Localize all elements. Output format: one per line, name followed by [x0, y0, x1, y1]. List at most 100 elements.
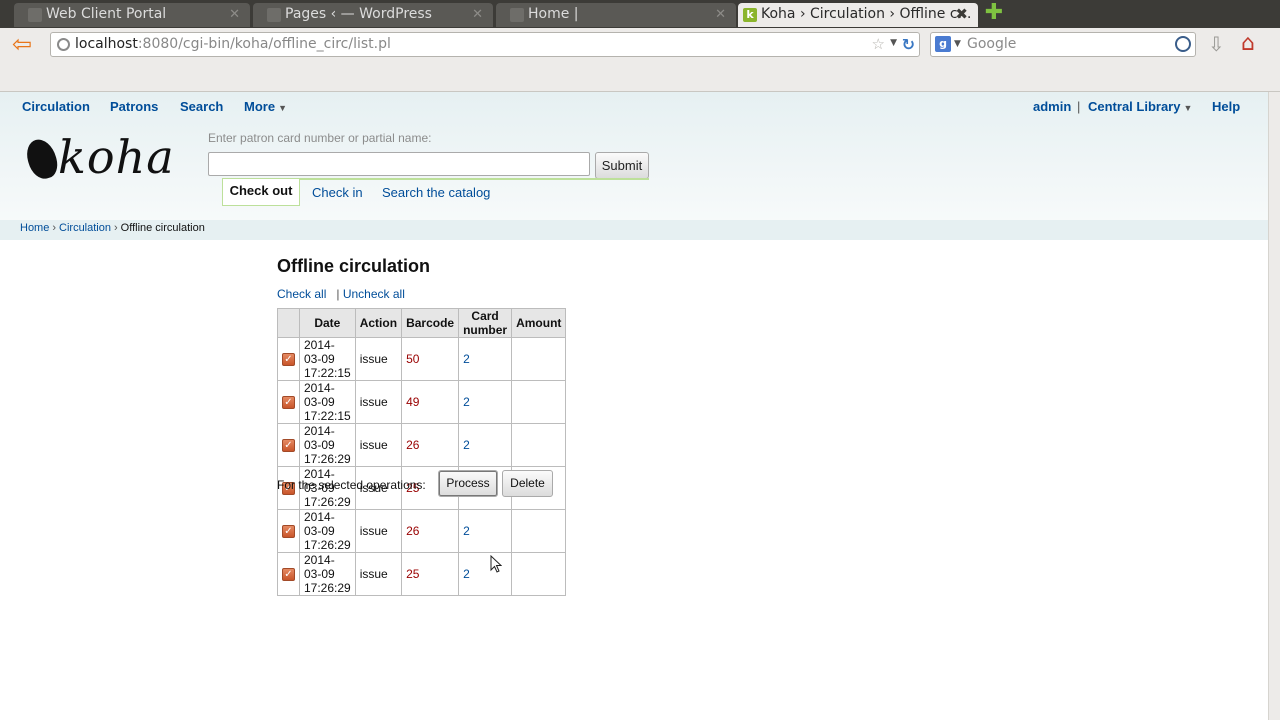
row-checkbox[interactable]: ✓: [282, 439, 295, 453]
row-checkbox[interactable]: ✓: [282, 568, 295, 582]
nav-search-link[interactable]: Search: [180, 99, 223, 114]
amount-cell: [511, 423, 567, 467]
amount-cell: [511, 552, 567, 596]
row-select-cell: ✓: [277, 337, 300, 381]
table-header-row: Date Action Barcode Card number Amount: [277, 308, 567, 338]
address-bar[interactable]: localhost:8080/cgi-bin/koha/offline_circ…: [50, 32, 920, 57]
submit-button[interactable]: Submit: [595, 152, 649, 179]
nav-more-label: More: [244, 99, 276, 114]
column-header-card-number[interactable]: Card number: [458, 308, 513, 338]
action-cell: issue: [354, 423, 403, 467]
koha-logo-text: koha: [58, 130, 175, 184]
download-arrow-icon[interactable]: ⇩: [1208, 32, 1225, 56]
page-icon: [28, 8, 42, 22]
table-row: ✓ 2014-03-09 17:22:15 issue 50 2: [277, 337, 567, 381]
tab-search-catalog[interactable]: Search the catalog: [382, 185, 490, 200]
process-button[interactable]: Process: [438, 470, 498, 497]
barcode-link[interactable]: 25: [401, 552, 460, 596]
link-separator: |: [336, 287, 340, 301]
barcode-link[interactable]: 26: [401, 509, 460, 553]
home-icon[interactable]: ⌂: [1241, 31, 1255, 56]
koha-logo[interactable]: koha: [23, 130, 175, 184]
column-header-barcode[interactable]: Barcode: [401, 308, 460, 338]
mouse-pointer-icon: [490, 555, 502, 573]
browser-tab-strip: Web Client Portal ✕ Pages ‹ — WordPress …: [0, 0, 1280, 28]
koha-header: Circulation Patrons Search More ▼ admin |…: [0, 92, 1268, 220]
google-icon[interactable]: g: [935, 36, 951, 52]
browser-tab-koha[interactable]: k Koha › Circulation › Offline c… ✖: [738, 3, 978, 27]
card-number-link[interactable]: 2: [458, 509, 513, 553]
logged-in-user-link[interactable]: admin: [1033, 99, 1071, 114]
caret-down-icon: ▼: [1183, 103, 1193, 113]
column-header-date[interactable]: Date: [299, 308, 356, 338]
address-url: localhost:8080/cgi-bin/koha/offline_circ…: [75, 36, 391, 52]
breadcrumb-home-link[interactable]: Home: [20, 222, 49, 234]
search-icon[interactable]: [1175, 36, 1191, 52]
card-number-link[interactable]: 2: [458, 380, 513, 424]
close-icon[interactable]: ✖: [955, 3, 968, 26]
new-tab-plus-icon[interactable]: ✚: [984, 2, 1004, 24]
column-header-action[interactable]: Action: [354, 308, 403, 338]
barcode-link[interactable]: 26: [401, 423, 460, 467]
page-icon: [510, 8, 524, 22]
branch-menu[interactable]: Central Library ▼: [1088, 99, 1192, 114]
action-cell: issue: [354, 380, 403, 424]
breadcrumb-separator: ›: [52, 222, 57, 234]
selected-operations-bar: For the selected operations: Process Del…: [277, 470, 597, 498]
tab-label: Home |: [528, 6, 579, 22]
browser-tab-web-client-portal[interactable]: Web Client Portal ✕: [14, 3, 250, 27]
table-row: ✓ 2014-03-09 17:26:29 issue 26 2: [277, 423, 567, 467]
action-cell: issue: [354, 337, 403, 381]
row-checkbox[interactable]: ✓: [282, 353, 295, 367]
globe-icon: [57, 38, 70, 51]
tab-label: Koha › Circulation › Offline c…: [761, 6, 972, 22]
reload-icon[interactable]: ↻: [902, 35, 915, 54]
close-icon[interactable]: ✕: [229, 3, 240, 26]
nav-more-menu[interactable]: More ▼: [244, 99, 287, 114]
chevron-down-icon[interactable]: ▼: [954, 39, 961, 49]
amount-cell: [511, 509, 567, 553]
card-number-link[interactable]: 2: [458, 423, 513, 467]
back-arrow-icon[interactable]: ⇦: [12, 32, 32, 56]
patron-search-input[interactable]: [208, 152, 590, 176]
column-header-select: [277, 308, 300, 338]
tab-label: Web Client Portal: [46, 6, 167, 22]
browser-tab-home[interactable]: Home | ✕: [496, 3, 736, 27]
bookmarks-toolbar: [0, 62, 1280, 92]
barcode-link[interactable]: 49: [401, 380, 460, 424]
uncheck-all-link[interactable]: Uncheck all: [343, 287, 405, 301]
date-cell: 2014-03-09 17:26:29: [299, 423, 356, 467]
chevron-down-icon[interactable]: ▼: [890, 38, 897, 48]
amount-cell: [511, 337, 567, 381]
selected-operations-label: For the selected operations:: [277, 478, 426, 492]
bookmark-star-icon[interactable]: ☆: [872, 35, 885, 53]
web-search-box[interactable]: g ▼ Google: [930, 32, 1196, 57]
nav-patrons-link[interactable]: Patrons: [110, 99, 158, 114]
card-number-link[interactable]: 2: [458, 337, 513, 381]
nav-circulation-link[interactable]: Circulation: [22, 99, 90, 114]
delete-button[interactable]: Delete: [502, 470, 553, 497]
date-cell: 2014-03-09 17:22:15: [299, 337, 356, 381]
koha-favicon-icon: k: [743, 8, 757, 22]
branch-label: Central Library: [1088, 99, 1181, 114]
row-checkbox[interactable]: ✓: [282, 396, 295, 410]
action-cell: issue: [354, 552, 403, 596]
check-all-link[interactable]: Check all: [277, 287, 326, 301]
close-icon[interactable]: ✕: [472, 3, 483, 26]
vertical-scrollbar[interactable]: [1268, 92, 1280, 720]
help-link[interactable]: Help: [1212, 99, 1240, 114]
row-checkbox[interactable]: ✓: [282, 525, 295, 539]
close-icon[interactable]: ✕: [715, 3, 726, 26]
card-number-link[interactable]: 2: [458, 552, 513, 596]
breadcrumb-circulation-link[interactable]: Circulation: [59, 222, 111, 234]
tab-check-out[interactable]: Check out: [222, 179, 300, 206]
barcode-link[interactable]: 50: [401, 337, 460, 381]
koha-leaf-icon: [23, 136, 61, 182]
browser-tab-wordpress[interactable]: Pages ‹ — WordPress ✕: [253, 3, 493, 27]
nav-separator: |: [1077, 99, 1081, 114]
tab-check-in[interactable]: Check in: [312, 185, 363, 200]
amount-cell: [511, 380, 567, 424]
date-cell: 2014-03-09 17:26:29: [299, 552, 356, 596]
column-header-amount[interactable]: Amount: [511, 308, 567, 338]
date-cell: 2014-03-09 17:22:15: [299, 380, 356, 424]
